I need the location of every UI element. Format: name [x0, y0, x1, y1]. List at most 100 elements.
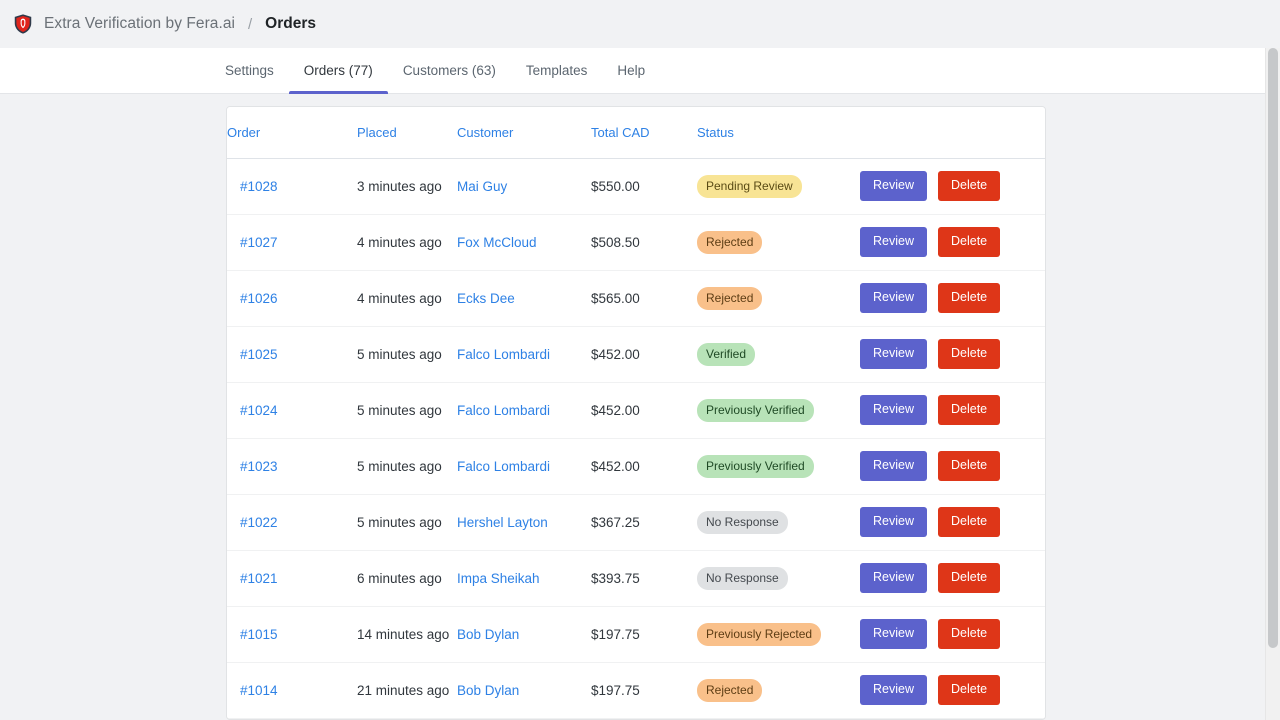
customer-link[interactable]: Hershel Layton [457, 515, 548, 530]
cell-total: $565.00 [591, 270, 697, 327]
review-button[interactable]: Review [860, 171, 927, 201]
delete-button[interactable]: Delete [938, 339, 1001, 369]
cell-total: $367.25 [591, 494, 697, 551]
status-badge: Rejected [697, 230, 763, 254]
customer-link[interactable]: Falco Lombardi [457, 347, 550, 362]
cell-customer: Falco Lombardi [457, 326, 591, 383]
review-button[interactable]: Review [860, 339, 927, 369]
review-button[interactable]: Review [860, 675, 927, 705]
page-scrollbar-track[interactable] [1265, 48, 1280, 720]
tab-label: Templates [525, 63, 588, 78]
table-body: #1028 3 minutes ago Mai Guy $550.00 Pending … [227, 158, 1045, 719]
cell-total: $452.00 [591, 382, 697, 439]
delete-button[interactable]: Delete [938, 563, 1001, 593]
tab-label: Settings [225, 63, 274, 78]
table-row: #1025 5 minutes ago Falco Lombardi $452.00 V… [227, 326, 1045, 383]
customer-link[interactable]: Falco Lombardi [457, 459, 550, 474]
row-actions: Review Delete [860, 675, 1045, 705]
cell-placed: 5 minutes ago [357, 494, 457, 551]
status-badge: Verified [697, 342, 756, 366]
cell-customer: Mai Guy [457, 158, 591, 215]
review-button[interactable]: Review [860, 227, 927, 257]
column-header-total[interactable]: Total CAD [591, 107, 697, 159]
row-actions: Review Delete [860, 619, 1045, 649]
delete-button[interactable]: Delete [938, 227, 1001, 257]
customer-link[interactable]: Bob Dylan [457, 627, 519, 642]
tab-help[interactable]: Help [602, 48, 660, 93]
cell-placed: 4 minutes ago [357, 214, 457, 271]
status-badge: Pending Review [697, 174, 802, 198]
cell-actions: Review Delete [860, 270, 1045, 327]
tab-orders[interactable]: Orders (77) [288, 48, 388, 94]
order-link[interactable]: #1022 [240, 515, 278, 530]
customer-link[interactable]: Ecks Dee [457, 291, 515, 306]
table-row: #1024 5 minutes ago Falco Lombardi $452.00 P… [227, 382, 1045, 439]
app-topbar: Extra Verification by Fera.ai / Orders [0, 0, 1280, 48]
status-badge: Rejected [697, 678, 763, 702]
row-actions: Review Delete [860, 563, 1045, 593]
table-row: #1027 4 minutes ago Fox McCloud $508.50 Reje… [227, 214, 1045, 271]
cell-customer: Impa Sheikah [457, 550, 591, 607]
cell-order: #1028 [227, 158, 357, 215]
status-badge: No Response [697, 566, 788, 590]
status-badge: No Response [697, 510, 788, 534]
review-button[interactable]: Review [860, 451, 927, 481]
cell-placed: 6 minutes ago [357, 550, 457, 607]
page-scrollbar-thumb[interactable] [1268, 48, 1278, 648]
cell-status: Rejected [697, 270, 860, 327]
table-row: #1028 3 minutes ago Mai Guy $550.00 Pending … [227, 158, 1045, 215]
cell-status: Previously Rejected [697, 606, 860, 663]
delete-button[interactable]: Delete [938, 619, 1001, 649]
column-header-placed[interactable]: Placed [357, 107, 457, 159]
tab-customers[interactable]: Customers (63) [388, 48, 511, 93]
order-link[interactable]: #1027 [240, 235, 278, 250]
breadcrumb-separator: / [247, 15, 253, 33]
tab-label: Help [617, 63, 646, 78]
customer-link[interactable]: Falco Lombardi [457, 403, 550, 418]
review-button[interactable]: Review [860, 619, 927, 649]
shield-icon [14, 14, 32, 34]
cell-placed: 5 minutes ago [357, 438, 457, 495]
table-header-row: Order Placed Customer Total CAD Status [227, 107, 1045, 159]
nav-bar: Settings Orders (77) Customers (63) Temp… [0, 48, 1280, 94]
order-link[interactable]: #1024 [240, 403, 278, 418]
cell-actions: Review Delete [860, 158, 1045, 215]
review-button[interactable]: Review [860, 395, 927, 425]
row-actions: Review Delete [860, 171, 1045, 201]
order-link[interactable]: #1021 [240, 571, 278, 586]
order-link[interactable]: #1026 [240, 291, 278, 306]
order-link[interactable]: #1028 [240, 179, 278, 194]
order-link[interactable]: #1023 [240, 459, 278, 474]
cell-status: Verified [697, 326, 860, 383]
tab-templates[interactable]: Templates [511, 48, 603, 93]
status-badge: Previously Verified [697, 454, 814, 478]
cell-placed: 14 minutes ago [357, 606, 457, 663]
customer-link[interactable]: Fox McCloud [457, 235, 537, 250]
tab-settings[interactable]: Settings [210, 48, 289, 93]
column-header-status[interactable]: Status [697, 107, 860, 159]
column-header-order[interactable]: Order [227, 107, 357, 159]
delete-button[interactable]: Delete [938, 451, 1001, 481]
tab-list: Settings Orders (77) Customers (63) Temp… [0, 48, 1280, 94]
orders-table: Order Placed Customer Total CAD Status #… [227, 107, 1045, 719]
customer-link[interactable]: Mai Guy [457, 179, 507, 194]
order-link[interactable]: #1025 [240, 347, 278, 362]
column-header-customer[interactable]: Customer [457, 107, 591, 159]
review-button[interactable]: Review [860, 507, 927, 537]
delete-button[interactable]: Delete [938, 675, 1001, 705]
table-header: Order Placed Customer Total CAD Status [227, 107, 1045, 159]
customer-link[interactable]: Impa Sheikah [457, 571, 540, 586]
cell-actions: Review Delete [860, 214, 1045, 271]
order-link[interactable]: #1015 [240, 627, 278, 642]
review-button[interactable]: Review [860, 283, 927, 313]
order-link[interactable]: #1014 [240, 683, 278, 698]
delete-button[interactable]: Delete [938, 395, 1001, 425]
delete-button[interactable]: Delete [938, 507, 1001, 537]
cell-order: #1014 [227, 662, 357, 719]
delete-button[interactable]: Delete [938, 283, 1001, 313]
delete-button[interactable]: Delete [938, 171, 1001, 201]
column-header-actions [860, 107, 1045, 159]
row-actions: Review Delete [860, 451, 1045, 481]
customer-link[interactable]: Bob Dylan [457, 683, 519, 698]
review-button[interactable]: Review [860, 563, 927, 593]
